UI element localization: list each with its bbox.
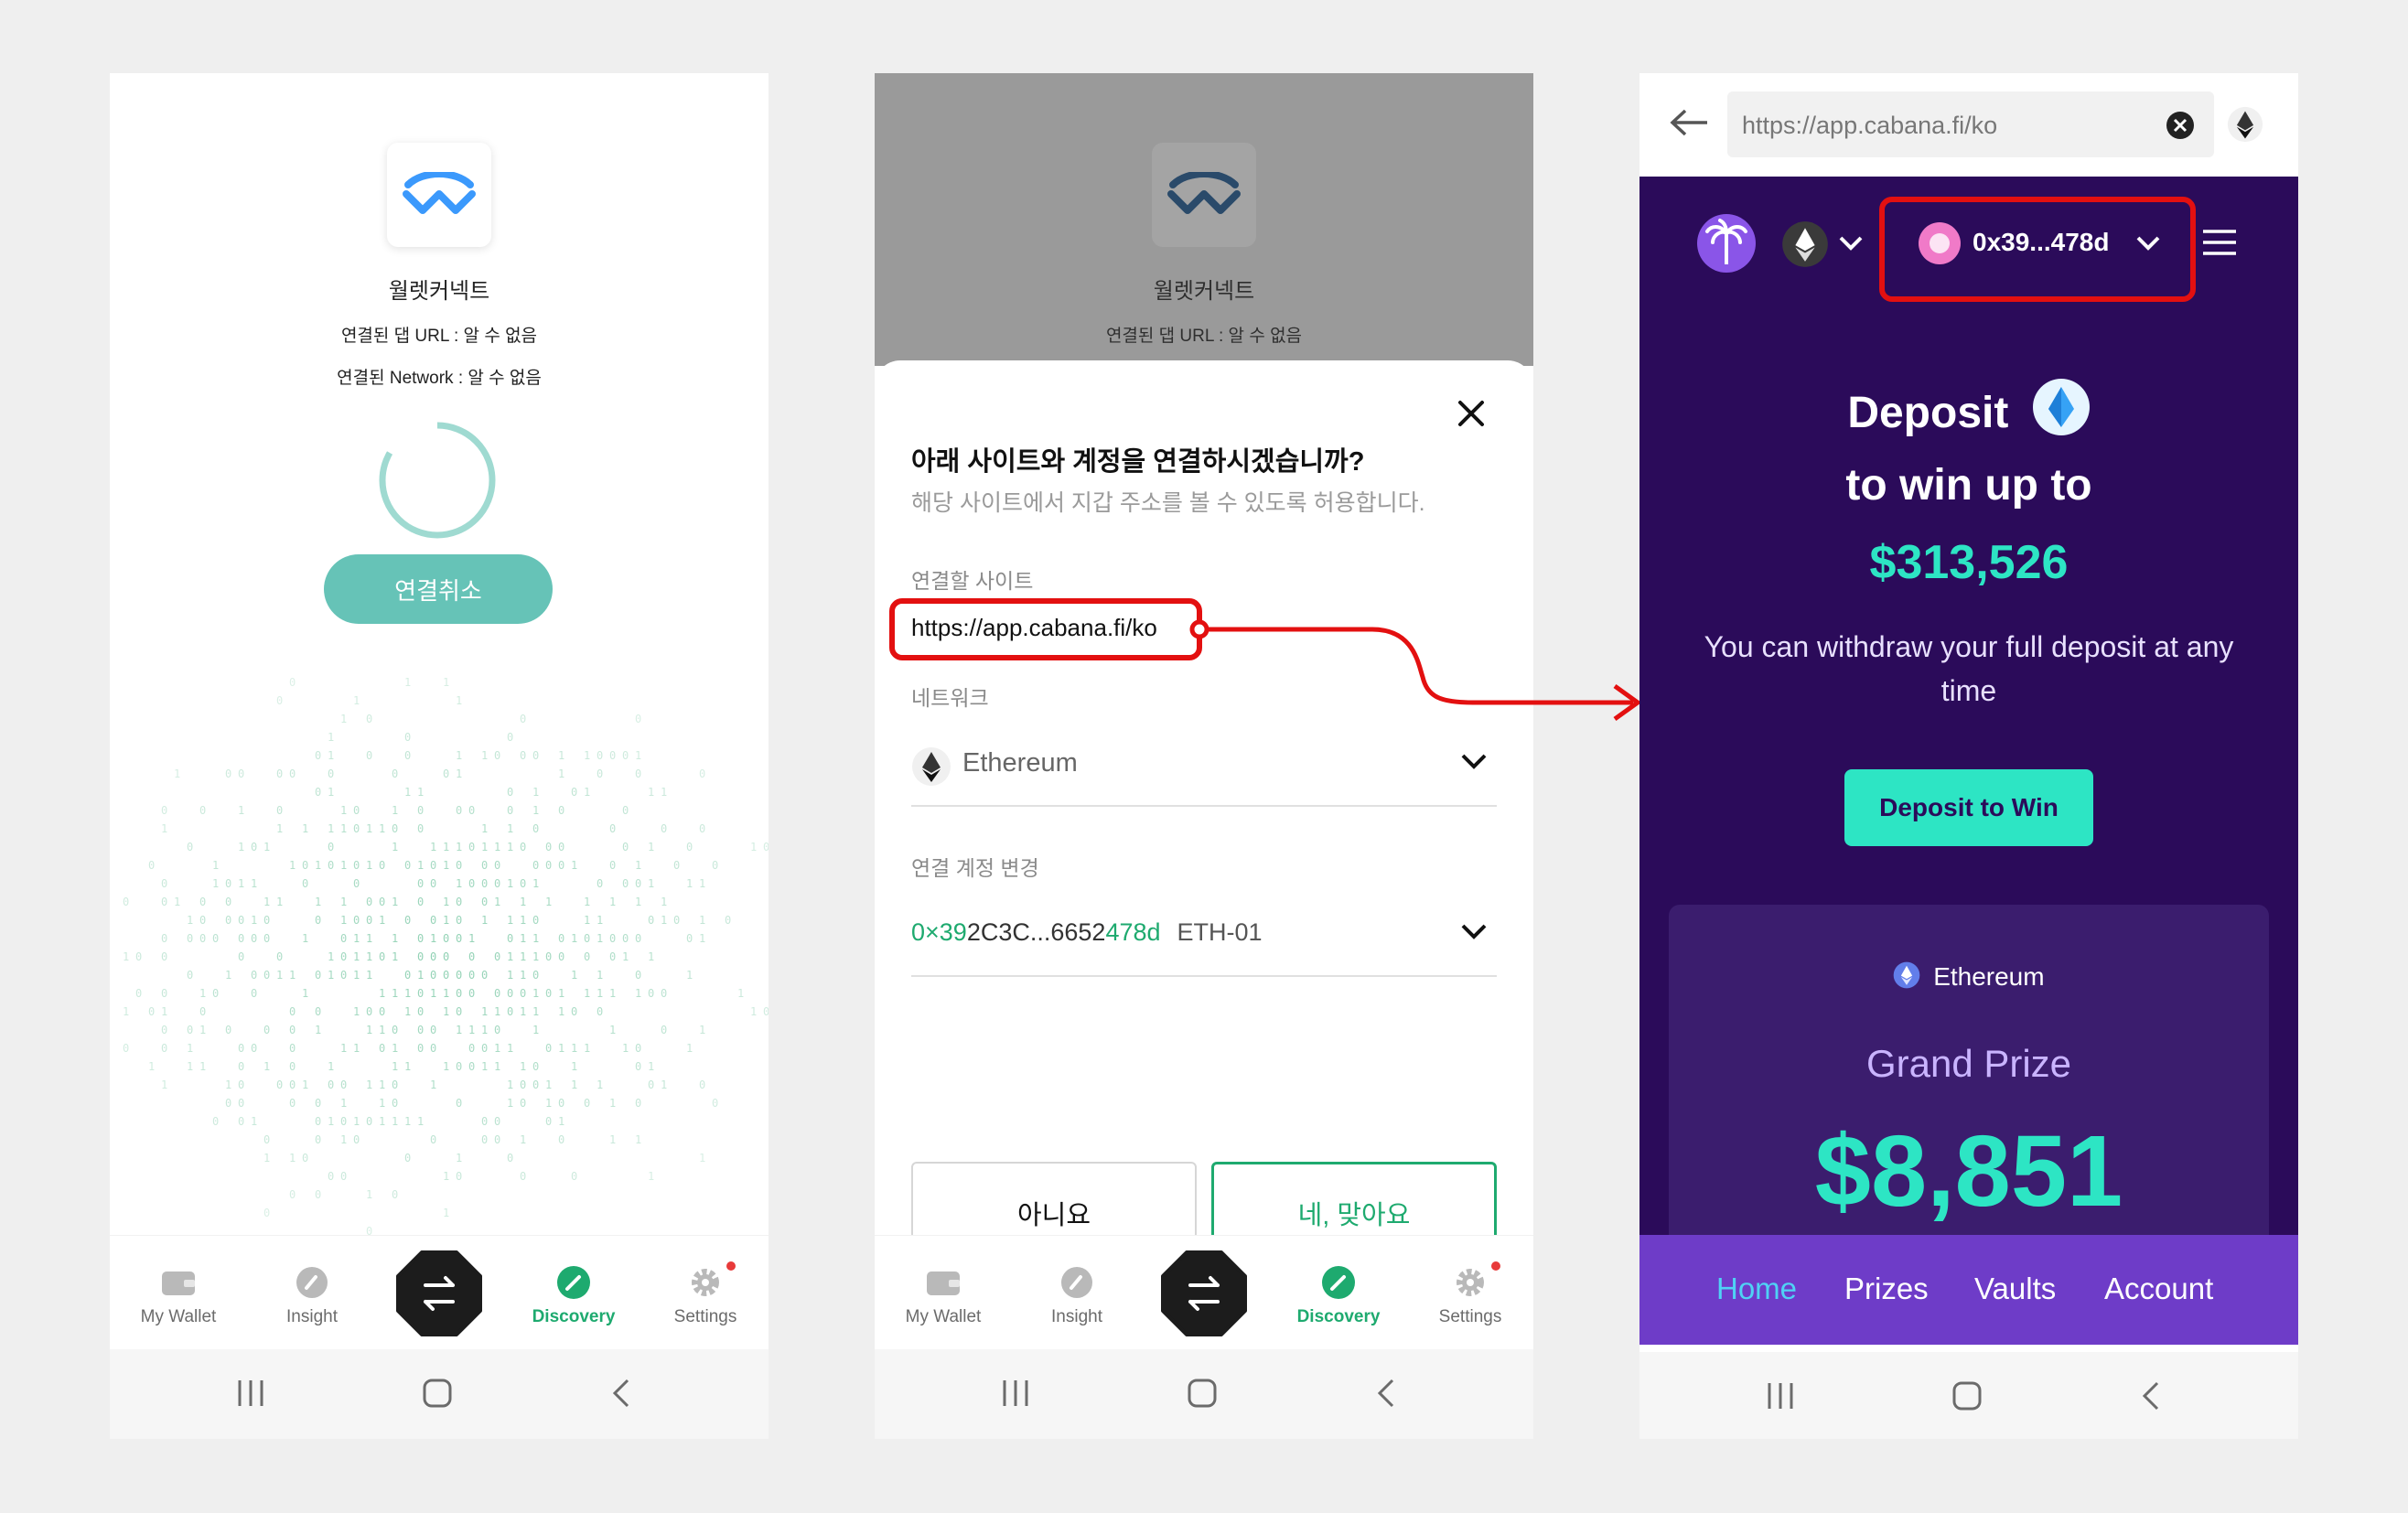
home-icon[interactable]	[1951, 1379, 1983, 1412]
account-highlight-box	[1879, 197, 2196, 302]
browser-address-bar: https://app.cabana.fi/ko	[1639, 73, 2298, 177]
tab-vaults[interactable]: Vaults	[1974, 1272, 2056, 1306]
tab-home[interactable]: Home	[1716, 1272, 1797, 1306]
hero-deposit-line: Deposit	[1639, 378, 2298, 438]
tab-account[interactable]: Account	[2104, 1272, 2213, 1306]
diamond-icon	[2032, 379, 2090, 435]
back-arrow-icon[interactable]	[1669, 108, 1709, 137]
tab-prizes[interactable]: Prizes	[1844, 1272, 1929, 1306]
back-icon[interactable]	[2139, 1379, 2163, 1412]
grand-prize-card: Ethereum Grand Prize $8,851	[1669, 905, 2269, 1235]
hamburger-menu-icon[interactable]	[2201, 228, 2238, 257]
card-title: Grand Prize	[1865, 1042, 2072, 1085]
clear-url-icon[interactable]	[2165, 110, 2196, 141]
chevron-down-icon[interactable]	[1838, 235, 1864, 252]
card-amount: $8,851	[1814, 1115, 2123, 1228]
phone-dapp-browser: https://app.cabana.fi/ko 0x39...478d Dep…	[1639, 73, 2298, 1439]
system-nav-bar	[1639, 1352, 2298, 1439]
url-field[interactable]: https://app.cabana.fi/ko	[1727, 91, 2214, 157]
ethereum-icon	[1894, 961, 1920, 989]
hero-deposit-text: Deposit	[1847, 389, 2009, 437]
cabana-dapp: 0x39...478d Deposit to win up to $313,52…	[1639, 177, 2298, 1235]
recent-apps-icon[interactable]	[1765, 1379, 1796, 1412]
ethereum-icon[interactable]	[1781, 220, 1829, 268]
hero-win-line: to win up to	[1845, 461, 2092, 510]
dapp-tab-bar: Home Prizes Vaults Account	[1639, 1235, 2298, 1345]
hero-amount: $313,526	[1869, 536, 2069, 589]
palm-tree-logo-icon[interactable]	[1696, 213, 1757, 274]
deposit-to-win-button[interactable]: Deposit to Win	[1844, 769, 2093, 846]
hero-description: You can withdraw your full deposit at an…	[1704, 630, 2234, 707]
card-network: Ethereum	[1669, 961, 2269, 992]
ethereum-network-icon[interactable]	[2227, 106, 2263, 143]
url-text: https://app.cabana.fi/ko	[1742, 112, 1998, 139]
card-network-text: Ethereum	[1933, 962, 2045, 991]
